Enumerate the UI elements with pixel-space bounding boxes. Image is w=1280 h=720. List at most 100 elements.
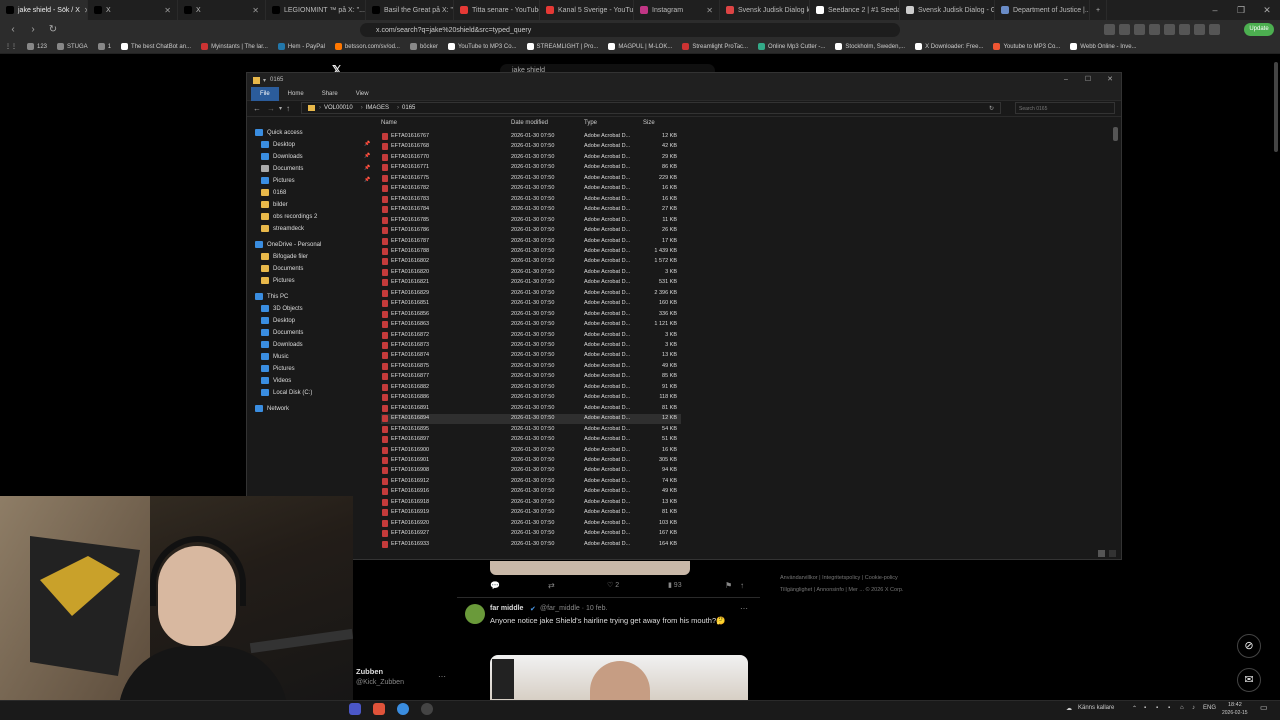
column-header-type[interactable]: Type bbox=[584, 120, 597, 126]
brave-icon[interactable] bbox=[373, 703, 385, 715]
file-row[interactable]: EFTA01616916 2026-01-30 07:50 Adobe Acroba… bbox=[381, 487, 681, 497]
ribbon-tab[interactable]: File bbox=[251, 86, 279, 101]
file-row[interactable]: EFTA01616891 2026-01-30 07:50 Adobe Acroba… bbox=[381, 404, 681, 414]
file-row[interactable]: EFTA01616820 2026-01-30 07:50 Adobe Acroba… bbox=[381, 268, 681, 278]
minimize-icon[interactable]: – bbox=[1055, 73, 1077, 87]
file-list-scrollbar[interactable] bbox=[1113, 127, 1118, 141]
tab[interactable]: jake shield - Sök / X✕ bbox=[0, 0, 88, 20]
messages-icon[interactable]: ✉ bbox=[1237, 668, 1261, 692]
extension-icon[interactable] bbox=[1179, 24, 1190, 35]
bookmark-item[interactable]: betsson.com/sv/od... bbox=[330, 43, 405, 50]
file-row[interactable]: EFTA01616775 2026-01-30 07:50 Adobe Acroba… bbox=[381, 174, 681, 184]
forward-icon[interactable]: › bbox=[26, 23, 40, 37]
chrome-icon[interactable] bbox=[397, 703, 409, 715]
bookmark-item[interactable]: Hem - PayPal bbox=[273, 43, 330, 50]
file-row[interactable]: EFTA01616771 2026-01-30 07:50 Adobe Acroba… bbox=[381, 163, 681, 173]
nav-item[interactable]: Network bbox=[255, 403, 289, 414]
back-icon[interactable]: ‹ bbox=[6, 23, 20, 37]
nav-item[interactable]: Pictures bbox=[261, 363, 295, 374]
nav-item[interactable]: Documents bbox=[261, 327, 303, 338]
bookmark-item[interactable]: Myinstants | The lar... bbox=[196, 43, 273, 50]
bookmark-item[interactable]: Streamlight ProTac... bbox=[677, 43, 753, 50]
file-row[interactable]: EFTA01616918 2026-01-30 07:50 Adobe Acroba… bbox=[381, 498, 681, 508]
file-row[interactable]: EFTA01616877 2026-01-30 07:50 Adobe Acroba… bbox=[381, 372, 681, 382]
nav-item[interactable]: Downloads bbox=[261, 339, 303, 350]
file-row[interactable]: EFTA01616802 2026-01-30 07:50 Adobe Acroba… bbox=[381, 257, 681, 267]
nav-item[interactable]: 0168 bbox=[261, 187, 286, 198]
footer-links[interactable]: Användarvillkor | Integritetspolicy | Co… bbox=[780, 575, 898, 581]
file-row[interactable]: EFTA01616786 2026-01-30 07:50 Adobe Acroba… bbox=[381, 226, 681, 236]
nav-item[interactable]: bilder bbox=[261, 199, 288, 210]
more-icon[interactable]: ⋯ bbox=[740, 604, 748, 613]
like-icon[interactable]: ♡ 2 bbox=[607, 581, 619, 589]
file-row[interactable]: EFTA01616788 2026-01-30 07:50 Adobe Acroba… bbox=[381, 247, 681, 257]
file-row[interactable]: EFTA01616927 2026-01-30 07:50 Adobe Acroba… bbox=[381, 529, 681, 539]
bookmark-item[interactable]: STUGA bbox=[52, 43, 93, 50]
extension-icon[interactable] bbox=[1119, 24, 1130, 35]
nav-item[interactable]: Local Disk (C:) bbox=[261, 387, 312, 398]
file-row[interactable]: EFTA01616768 2026-01-30 07:50 Adobe Acroba… bbox=[381, 142, 681, 152]
file-row[interactable]: EFTA01616894 2026-01-30 07:50 Adobe Acroba… bbox=[381, 414, 681, 425]
file-row[interactable]: EFTA01616856 2026-01-30 07:50 Adobe Acroba… bbox=[381, 310, 681, 320]
nav-item[interactable]: streamdeck bbox=[261, 223, 304, 234]
address-bar[interactable]: x.com/search?q=jake%20shield&src=typed_q… bbox=[360, 23, 900, 37]
tab[interactable]: Department of Justice |...✕ bbox=[995, 0, 1090, 20]
breadcrumb[interactable]: 0165 bbox=[402, 105, 423, 111]
bookmark-item[interactable]: Stockholm, Sweden,... bbox=[830, 43, 910, 50]
file-row[interactable]: EFTA01616851 2026-01-30 07:50 Adobe Acroba… bbox=[381, 299, 681, 309]
file-row[interactable]: EFTA01616863 2026-01-30 07:50 Adobe Acroba… bbox=[381, 320, 681, 330]
tweet-image[interactable] bbox=[490, 655, 748, 700]
bookmark-item[interactable]: X Downloader: Free... bbox=[910, 43, 988, 50]
recent-icon[interactable]: ▾ bbox=[279, 105, 282, 112]
bookmark-item[interactable]: böcker bbox=[405, 43, 443, 50]
file-row[interactable]: EFTA01616783 2026-01-30 07:50 Adobe Acroba… bbox=[381, 195, 681, 205]
bookmark-icon[interactable]: ⚑ bbox=[725, 581, 732, 590]
nav-item[interactable]: Videos bbox=[261, 375, 291, 386]
file-row[interactable]: EFTA01616770 2026-01-30 07:50 Adobe Acroba… bbox=[381, 153, 681, 163]
column-header-name[interactable]: Name bbox=[381, 120, 397, 126]
footer-links-2[interactable]: Tillgänglighet | Annonsinfo | Mer ... © … bbox=[780, 587, 904, 593]
file-row[interactable]: EFTA01616933 2026-01-30 07:50 Adobe Acroba… bbox=[381, 540, 681, 549]
file-row[interactable]: EFTA01616919 2026-01-30 07:50 Adobe Acroba… bbox=[381, 508, 681, 518]
large-icons-view-icon[interactable] bbox=[1109, 550, 1116, 557]
nav-item[interactable]: Desktop bbox=[261, 139, 295, 150]
tab-close-icon[interactable]: ✕ bbox=[80, 6, 87, 15]
suggested-user-name[interactable]: Zubben bbox=[356, 667, 383, 676]
explorer-search-input[interactable]: Search 0165 bbox=[1015, 102, 1115, 114]
up-icon[interactable]: ↑ bbox=[286, 104, 290, 113]
tab[interactable]: Seedance 2 | #1 Seedan...✕ bbox=[810, 0, 900, 20]
path-bar[interactable]: › VOL00010 › IMAGES › 0165 ↻ bbox=[301, 102, 1001, 114]
nav-item[interactable]: 3D Objects bbox=[261, 303, 303, 314]
close-icon[interactable]: ✕ bbox=[1099, 73, 1121, 87]
update-button[interactable]: Update bbox=[1244, 23, 1274, 36]
breadcrumb[interactable]: VOL00010 bbox=[324, 105, 361, 111]
file-row[interactable]: EFTA01616785 2026-01-30 07:50 Adobe Acroba… bbox=[381, 216, 681, 226]
views-icon[interactable]: ▮ 93 bbox=[668, 581, 682, 589]
nav-item[interactable]: Downloads bbox=[261, 151, 303, 162]
reload-icon[interactable]: ↻ bbox=[46, 23, 60, 37]
quick-access-toolbar-icon[interactable]: ▾ bbox=[263, 77, 266, 84]
maximize-icon[interactable]: ❐ bbox=[1228, 0, 1254, 20]
back-icon[interactable]: ← bbox=[253, 104, 261, 113]
nav-item[interactable]: Documents bbox=[261, 263, 303, 274]
extension-icon[interactable] bbox=[1194, 24, 1205, 35]
bookmark-item[interactable]: YouTube to MP3 Co... bbox=[443, 43, 522, 50]
tab[interactable]: Instagram ✕ bbox=[634, 0, 720, 20]
file-row[interactable]: EFTA01616901 2026-01-30 07:50 Adobe Acroba… bbox=[381, 456, 681, 466]
file-row[interactable]: EFTA01616897 2026-01-30 07:50 Adobe Acroba… bbox=[381, 435, 681, 445]
nav-item[interactable]: Desktop bbox=[261, 315, 295, 326]
weather-icon[interactable]: ☁ bbox=[1066, 705, 1072, 712]
obs-icon[interactable] bbox=[421, 703, 433, 715]
bookmark-item[interactable]: Youtube to MP3 Co... bbox=[988, 43, 1065, 50]
tweet-handle[interactable]: @far_middle · 10 feb. bbox=[540, 605, 607, 612]
file-row[interactable]: EFTA01616908 2026-01-30 07:50 Adobe Acroba… bbox=[381, 466, 681, 476]
tab-close-icon[interactable]: ✕ bbox=[248, 6, 259, 15]
bookmark-item[interactable]: Online Mp3 Cutter -... bbox=[753, 43, 830, 50]
ribbon-tab[interactable]: Home bbox=[279, 87, 313, 101]
file-row[interactable]: EFTA01616874 2026-01-30 07:50 Adobe Acroba… bbox=[381, 351, 681, 361]
bookmark-item[interactable]: The best ChatBot an... bbox=[116, 43, 196, 50]
nav-item[interactable]: obs recordings 2 bbox=[261, 211, 317, 222]
nav-item[interactable]: Pictures bbox=[261, 275, 295, 286]
nav-item[interactable]: Quick access bbox=[255, 127, 303, 138]
file-row[interactable]: EFTA01616886 2026-01-30 07:50 Adobe Acroba… bbox=[381, 393, 681, 403]
